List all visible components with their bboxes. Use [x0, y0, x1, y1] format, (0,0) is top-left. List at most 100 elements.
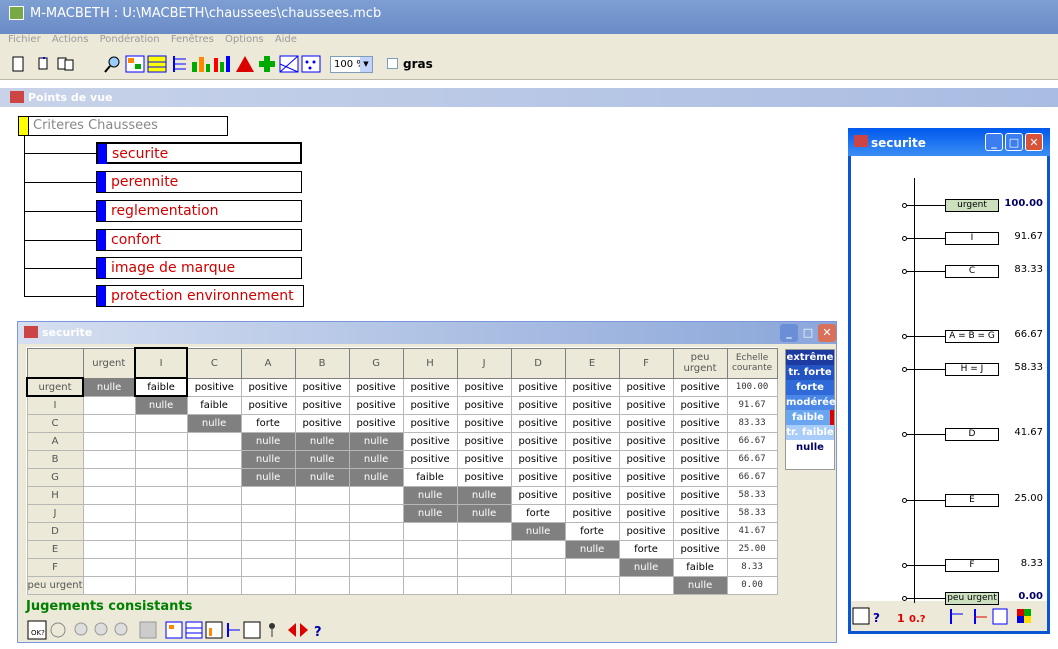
matrix-cell[interactable]: positive — [348, 377, 404, 397]
matrix-cell[interactable] — [82, 485, 136, 505]
matrix-cell[interactable]: positive — [510, 395, 566, 415]
matrix-cell[interactable] — [348, 575, 404, 595]
ok-icon[interactable]: OK? — [27, 620, 47, 640]
tools-icon[interactable] — [74, 622, 88, 636]
matrix-cell[interactable] — [618, 575, 674, 595]
open-file-icon[interactable] — [35, 54, 57, 74]
magnifier-icon[interactable] — [102, 54, 124, 74]
matrix-cell[interactable]: nulle — [402, 503, 458, 523]
menu-aide[interactable]: Aide — [275, 34, 297, 45]
matrix-column-header[interactable]: peu urgent — [672, 347, 728, 379]
matrix-cell[interactable]: positive — [618, 431, 674, 451]
matrix-cell[interactable]: positive — [564, 467, 620, 487]
matrix-cell[interactable] — [510, 575, 566, 595]
matrix-cell[interactable]: positive — [402, 449, 458, 469]
scale-item[interactable]: A = B = G — [945, 329, 999, 343]
matrix-cell[interactable]: positive — [564, 503, 620, 523]
matrix-cell[interactable] — [240, 539, 296, 559]
matrix-cell[interactable] — [456, 521, 512, 541]
matrix-cell[interactable]: forte — [510, 503, 566, 523]
matrix-cell[interactable] — [186, 575, 242, 595]
zoom-select[interactable]: 100 % ▼ — [330, 56, 373, 73]
matrix-row-header[interactable]: A — [26, 431, 84, 451]
matrix-cell[interactable] — [134, 521, 188, 541]
matrix-row-header[interactable]: G — [26, 467, 84, 487]
split-icon[interactable] — [974, 609, 987, 624]
matrix-cell[interactable]: nulle — [348, 449, 404, 469]
matrix-cell[interactable] — [240, 575, 296, 595]
save-file-icon[interactable] — [55, 54, 77, 74]
menu-fenetres[interactable]: Fenêtres — [171, 34, 214, 45]
tree-node-protection-environnement[interactable]: protection environnement — [96, 285, 304, 307]
minimize-button[interactable]: _ — [985, 133, 1003, 151]
matrix-cell[interactable]: positive — [672, 485, 728, 505]
matrix-cell[interactable]: positive — [618, 413, 674, 433]
matrix-cell[interactable]: forte — [564, 521, 620, 541]
matrix-cell[interactable] — [82, 413, 136, 433]
matrix-cell[interactable] — [186, 467, 242, 487]
scale-level-3[interactable]: modérée — [786, 395, 836, 410]
scale-level-2[interactable]: forte — [786, 380, 834, 395]
diff-icon[interactable] — [243, 621, 261, 639]
matrix-cell[interactable] — [82, 575, 136, 595]
matrix-cell[interactable]: positive — [618, 467, 674, 487]
minimize-button[interactable]: _ — [780, 324, 798, 342]
tree-node-confort[interactable]: confort — [96, 229, 302, 251]
matrix-cell[interactable] — [510, 539, 566, 559]
matrix-cell[interactable] — [294, 557, 350, 577]
matrix-cell[interactable]: positive — [402, 377, 458, 397]
matrix-row-header[interactable]: B — [26, 449, 84, 469]
matrix-cell[interactable]: positive — [348, 413, 404, 433]
matrix-cell[interactable] — [402, 521, 458, 541]
matrix-column-header[interactable]: A — [240, 347, 296, 379]
swap-icon[interactable] — [288, 623, 308, 637]
matrix-row-header[interactable]: F — [26, 557, 84, 577]
matrix-cell[interactable]: positive — [186, 377, 242, 397]
table-icon[interactable] — [146, 54, 168, 74]
matrix-cell[interactable]: positive — [510, 413, 566, 433]
scale-item[interactable]: H = J — [945, 362, 999, 376]
matrix-cell[interactable] — [134, 413, 188, 433]
tree-node-securite[interactable]: securite — [96, 142, 302, 164]
bold-toggle[interactable]: gras — [387, 57, 433, 71]
table-icon[interactable] — [185, 621, 203, 639]
scale-level-5[interactable]: tr. faible — [786, 425, 834, 440]
matrix-cell[interactable]: positive — [564, 449, 620, 469]
menu-options[interactable]: Options — [225, 34, 264, 45]
matrix-cell[interactable]: nulle — [348, 431, 404, 451]
grid-icon[interactable] — [139, 621, 157, 639]
matrix-cell[interactable]: nulle — [402, 485, 458, 505]
matrix-cell[interactable]: positive — [510, 449, 566, 469]
matrix-cell[interactable]: nulle — [240, 449, 296, 469]
scale-item[interactable]: C — [945, 264, 999, 278]
matrix-cell[interactable] — [82, 449, 136, 469]
chart-lines-icon[interactable] — [278, 54, 300, 74]
matrix-cell[interactable]: positive — [240, 377, 296, 397]
matrix-cell[interactable]: positive — [402, 431, 458, 451]
matrix-cell[interactable] — [348, 503, 404, 523]
matrix-cell[interactable]: positive — [510, 431, 566, 451]
matrix-row-header[interactable]: E — [26, 539, 84, 559]
matrix-cell[interactable]: faible — [402, 467, 458, 487]
scale-item[interactable]: F — [945, 559, 999, 573]
matrix-cell[interactable]: nulle — [82, 377, 136, 397]
matrix-cell[interactable] — [402, 539, 458, 559]
scale-level-1[interactable]: tr. forte — [786, 365, 834, 380]
matrix-cell[interactable]: nulle — [564, 539, 620, 559]
color-palette-icon[interactable] — [1017, 609, 1031, 623]
matrix-cell[interactable]: positive — [456, 467, 512, 487]
person-icon[interactable] — [269, 623, 275, 637]
menu-ponderation[interactable]: Pondération — [100, 34, 160, 45]
matrix-cell[interactable]: positive — [510, 467, 566, 487]
tools-icon[interactable] — [114, 622, 128, 636]
matrix-cell[interactable]: nulle — [294, 467, 350, 487]
matrix-row-header[interactable]: urgent — [25, 377, 85, 397]
matrix-cell[interactable] — [186, 449, 242, 469]
matrix-cell[interactable]: nulle — [294, 449, 350, 469]
matrix-cell[interactable] — [186, 557, 242, 577]
matrix-cell[interactable]: nulle — [618, 557, 674, 577]
matrix-column-header[interactable]: F — [618, 347, 674, 379]
tree-node-perennite[interactable]: perennite — [96, 171, 302, 193]
matrix-cell[interactable] — [134, 575, 188, 595]
matrix-cell[interactable]: nulle — [456, 503, 512, 523]
